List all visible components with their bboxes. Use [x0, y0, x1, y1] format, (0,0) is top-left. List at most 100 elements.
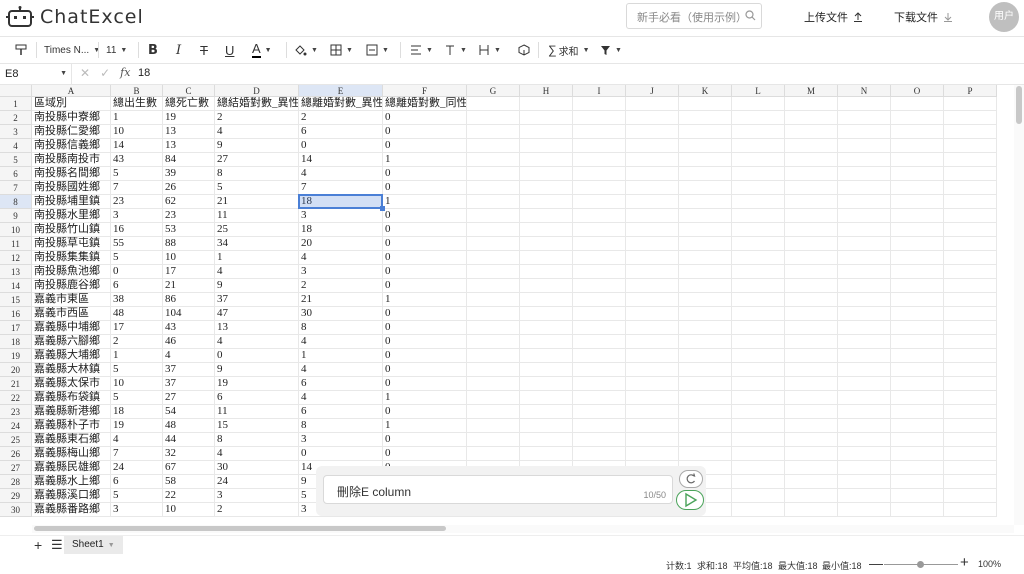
table-cell[interactable]	[785, 377, 838, 391]
table-cell[interactable]: 6	[111, 279, 163, 293]
table-cell[interactable]	[520, 447, 573, 461]
table-cell[interactable]: 4	[215, 335, 299, 349]
table-cell[interactable]: 3	[215, 489, 299, 503]
table-cell[interactable]: 13	[215, 321, 299, 335]
add-sheet-icon[interactable]: +	[34, 537, 42, 553]
table-cell[interactable]	[679, 265, 732, 279]
table-cell[interactable]	[467, 223, 520, 237]
table-cell[interactable]	[626, 419, 679, 433]
table-cell[interactable]	[467, 97, 520, 111]
table-cell[interactable]	[785, 153, 838, 167]
table-cell[interactable]	[891, 251, 944, 265]
table-cell[interactable]: 9	[215, 139, 299, 153]
table-cell[interactable]	[732, 363, 785, 377]
chat-input[interactable]: 刪除E column 10/50	[323, 475, 673, 504]
table-cell[interactable]	[626, 97, 679, 111]
table-cell[interactable]	[944, 503, 997, 517]
table-cell[interactable]	[891, 153, 944, 167]
table-cell[interactable]	[626, 279, 679, 293]
table-cell[interactable]	[944, 307, 997, 321]
table-cell[interactable]: 0	[383, 377, 467, 391]
table-cell[interactable]: 1	[383, 195, 467, 209]
row-header[interactable]: 4	[0, 139, 32, 153]
table-cell[interactable]: 南投縣鹿谷鄉	[32, 279, 111, 293]
table-cell[interactable]: 4	[111, 433, 163, 447]
refresh-button[interactable]	[679, 470, 703, 488]
table-cell[interactable]	[679, 349, 732, 363]
table-cell[interactable]: 0	[299, 139, 383, 153]
table-cell[interactable]: 總出生數	[111, 97, 163, 111]
row-header[interactable]: 6	[0, 167, 32, 181]
table-cell[interactable]: 18	[299, 223, 383, 237]
table-cell[interactable]	[944, 419, 997, 433]
table-cell[interactable]	[679, 139, 732, 153]
column-header[interactable]: C	[163, 85, 215, 97]
table-cell[interactable]	[944, 489, 997, 503]
table-cell[interactable]	[838, 237, 891, 251]
table-cell[interactable]	[679, 433, 732, 447]
row-header[interactable]: 28	[0, 475, 32, 489]
table-cell[interactable]	[838, 475, 891, 489]
table-cell[interactable]	[467, 433, 520, 447]
column-header[interactable]: F	[383, 85, 467, 97]
table-cell[interactable]	[573, 405, 626, 419]
table-cell[interactable]	[944, 209, 997, 223]
table-cell[interactable]	[520, 307, 573, 321]
table-cell[interactable]: 2	[299, 111, 383, 125]
table-cell[interactable]	[785, 503, 838, 517]
row-header[interactable]: 11	[0, 237, 32, 251]
merge-cells-button[interactable]: ▼	[366, 40, 389, 60]
column-header[interactable]: D	[215, 85, 299, 97]
sheet-list-icon[interactable]: ☰	[51, 537, 63, 553]
table-cell[interactable]	[573, 195, 626, 209]
table-cell[interactable]	[838, 461, 891, 475]
horizontal-align-button[interactable]: ▼	[410, 40, 433, 60]
table-cell[interactable]	[785, 349, 838, 363]
table-cell[interactable]	[520, 335, 573, 349]
table-cell[interactable]	[732, 321, 785, 335]
table-cell[interactable]	[573, 251, 626, 265]
table-cell[interactable]	[732, 139, 785, 153]
table-cell[interactable]: 1	[383, 419, 467, 433]
table-cell[interactable]	[626, 153, 679, 167]
row-header[interactable]: 9	[0, 209, 32, 223]
row-header[interactable]: 8	[0, 195, 32, 209]
table-cell[interactable]: 88	[163, 237, 215, 251]
table-cell[interactable]	[573, 419, 626, 433]
table-cell[interactable]: 21	[163, 279, 215, 293]
table-cell[interactable]: 1	[383, 153, 467, 167]
table-cell[interactable]	[838, 377, 891, 391]
table-cell[interactable]: 南投縣國姓鄉	[32, 181, 111, 195]
table-cell[interactable]	[626, 167, 679, 181]
table-cell[interactable]: 嘉義縣大埔鄉	[32, 349, 111, 363]
table-cell[interactable]	[679, 279, 732, 293]
table-cell[interactable]: 11	[215, 209, 299, 223]
table-cell[interactable]	[626, 321, 679, 335]
table-cell[interactable]	[573, 307, 626, 321]
table-cell[interactable]	[626, 139, 679, 153]
table-cell[interactable]	[573, 209, 626, 223]
table-cell[interactable]: 嘉義縣布袋鎮	[32, 391, 111, 405]
table-cell[interactable]	[679, 209, 732, 223]
row-header[interactable]: 24	[0, 419, 32, 433]
table-cell[interactable]	[573, 125, 626, 139]
table-cell[interactable]	[520, 349, 573, 363]
table-cell[interactable]: 15	[215, 419, 299, 433]
table-cell[interactable]	[838, 97, 891, 111]
table-cell[interactable]	[785, 405, 838, 419]
table-cell[interactable]	[785, 223, 838, 237]
row-header[interactable]: 10	[0, 223, 32, 237]
row-header[interactable]: 17	[0, 321, 32, 335]
table-cell[interactable]: 5	[111, 363, 163, 377]
table-cell[interactable]	[573, 433, 626, 447]
table-cell[interactable]: 34	[215, 237, 299, 251]
table-cell[interactable]: 32	[163, 447, 215, 461]
table-cell[interactable]: 嘉義縣番路鄉	[32, 503, 111, 517]
table-cell[interactable]: 0	[383, 209, 467, 223]
table-cell[interactable]	[891, 489, 944, 503]
table-cell[interactable]: 嘉義縣六腳鄉	[32, 335, 111, 349]
table-cell[interactable]: 嘉義縣大林鎮	[32, 363, 111, 377]
table-cell[interactable]	[679, 167, 732, 181]
table-cell[interactable]	[785, 489, 838, 503]
table-cell[interactable]: 3	[111, 503, 163, 517]
